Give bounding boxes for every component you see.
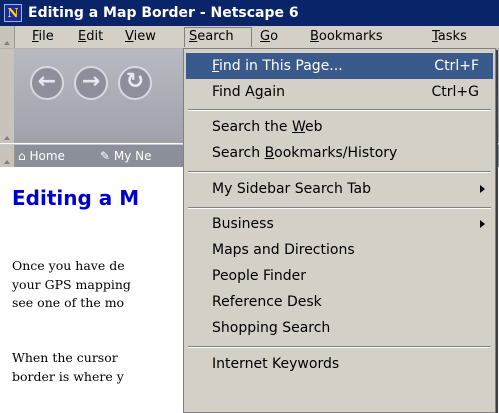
reload-button[interactable]: ↻ (118, 66, 152, 100)
menu-item-shopping-search[interactable]: Shopping Search (186, 315, 493, 341)
window-titlebar[interactable]: N Editing a Map Border - Netscape 6 (0, 0, 499, 26)
my-netscape-label: My Ne (113, 149, 152, 163)
home-icon: ⌂ (18, 149, 26, 163)
menu-item-shortcut: Ctrl+F (434, 58, 479, 74)
menu-item-label: My Sidebar Search Tab (212, 181, 372, 197)
menu-tasks-label: asks (437, 29, 467, 44)
menu-view-label: iew (133, 29, 156, 44)
menu-item-business[interactable]: Business (186, 211, 493, 237)
window-title: Editing a Map Border - Netscape 6 (28, 5, 299, 21)
submenu-arrow-icon (480, 185, 485, 193)
menu-separator (188, 207, 491, 209)
menu-search-label: earch (197, 29, 234, 44)
menu-separator (188, 346, 491, 348)
menu-item-label: Reference Desk (212, 294, 322, 310)
menu-bookmarks-mnemonic: B (310, 29, 319, 44)
menu-item-label: Search Bookmarks/History (212, 145, 398, 161)
menu-go-mnemonic: G (260, 29, 271, 44)
menu-item-maps-directions[interactable]: Maps and Directions (186, 237, 493, 263)
menu-edit[interactable]: Edit (74, 27, 107, 47)
menu-tasks[interactable]: Tasks (428, 27, 471, 47)
netscape-logo-icon: N (4, 4, 22, 22)
page-title: Editing a M (12, 186, 140, 210)
paragraph-line: When the cursor (12, 350, 118, 365)
menu-item-label: Find Again (212, 84, 285, 100)
menu-view-mnemonic: V (125, 29, 134, 44)
menubar-grip[interactable] (0, 26, 15, 48)
menu-edit-label: dit (86, 29, 104, 44)
menu-item-search-web[interactable]: Search the Web (186, 114, 493, 140)
menu-file[interactable]: File (28, 27, 58, 47)
menu-item-label: Internet Keywords (212, 356, 340, 372)
menubar: File Edit View Search Go Bookmarks Tasks (0, 26, 499, 49)
menu-item-reference-desk[interactable]: Reference Desk (186, 289, 493, 315)
menu-item-find-in-page[interactable]: Find in This Page... Ctrl+F (186, 53, 493, 79)
back-button[interactable]: ← (30, 66, 64, 100)
pencil-icon: ✎ (100, 149, 111, 163)
paragraph-line: border is where y (12, 368, 124, 384)
menu-search[interactable]: Search (184, 27, 252, 47)
paragraph-line: Once you have de (12, 258, 125, 273)
menu-separator (188, 171, 491, 173)
back-arrow-icon: ← (37, 69, 57, 94)
home-link[interactable]: ⌂ Home (18, 148, 65, 164)
paragraph-1: Once you have de your GPS mapping see on… (12, 257, 192, 313)
forward-button[interactable]: → (74, 66, 108, 100)
menu-view[interactable]: View (121, 27, 160, 47)
paragraph-2: When the cursor border is where y (12, 349, 192, 386)
reload-icon: ↻ (125, 69, 145, 94)
menu-file-label: ile (38, 29, 54, 44)
menu-item-label: Maps and Directions (212, 242, 355, 258)
paragraph-line: your GPS mapping (12, 276, 131, 292)
navbar-grip[interactable] (0, 49, 15, 143)
menu-item-label: People Finder (212, 268, 307, 284)
menu-item-label: Shopping Search (212, 320, 331, 336)
menu-item-shortcut: Ctrl+G (431, 84, 480, 100)
menu-item-internet-keywords[interactable]: Internet Keywords (186, 351, 493, 377)
menu-separator (188, 109, 491, 111)
home-label: Home (29, 149, 65, 163)
menu-item-sidebar-search-tab[interactable]: My Sidebar Search Tab (186, 176, 493, 202)
search-menu-dropdown: Find in This Page... Ctrl+F Find Again C… (183, 48, 496, 413)
menu-edit-mnemonic: E (78, 29, 87, 44)
menu-go-label: o (270, 29, 279, 44)
forward-arrow-icon: → (81, 69, 101, 94)
menu-item-search-bookmarks[interactable]: Search Bookmarks/History (186, 140, 493, 166)
submenu-arrow-icon (480, 220, 485, 228)
personal-toolbar-grip[interactable] (0, 145, 15, 167)
paragraph-line: see one of the mo (12, 295, 125, 310)
menu-go[interactable]: Go (256, 27, 282, 47)
menu-bookmarks-label: ookmarks (318, 29, 383, 44)
menu-item-label: Find in This Page... (212, 58, 343, 74)
menu-item-label: Search the Web (212, 119, 323, 135)
menu-bookmarks[interactable]: Bookmarks (306, 27, 387, 47)
menu-item-find-again[interactable]: Find Again Ctrl+G (186, 79, 493, 105)
my-netscape-link[interactable]: ✎ My Ne (100, 148, 152, 164)
menu-item-label: Business (212, 216, 274, 232)
menu-item-people-finder[interactable]: People Finder (186, 263, 493, 289)
